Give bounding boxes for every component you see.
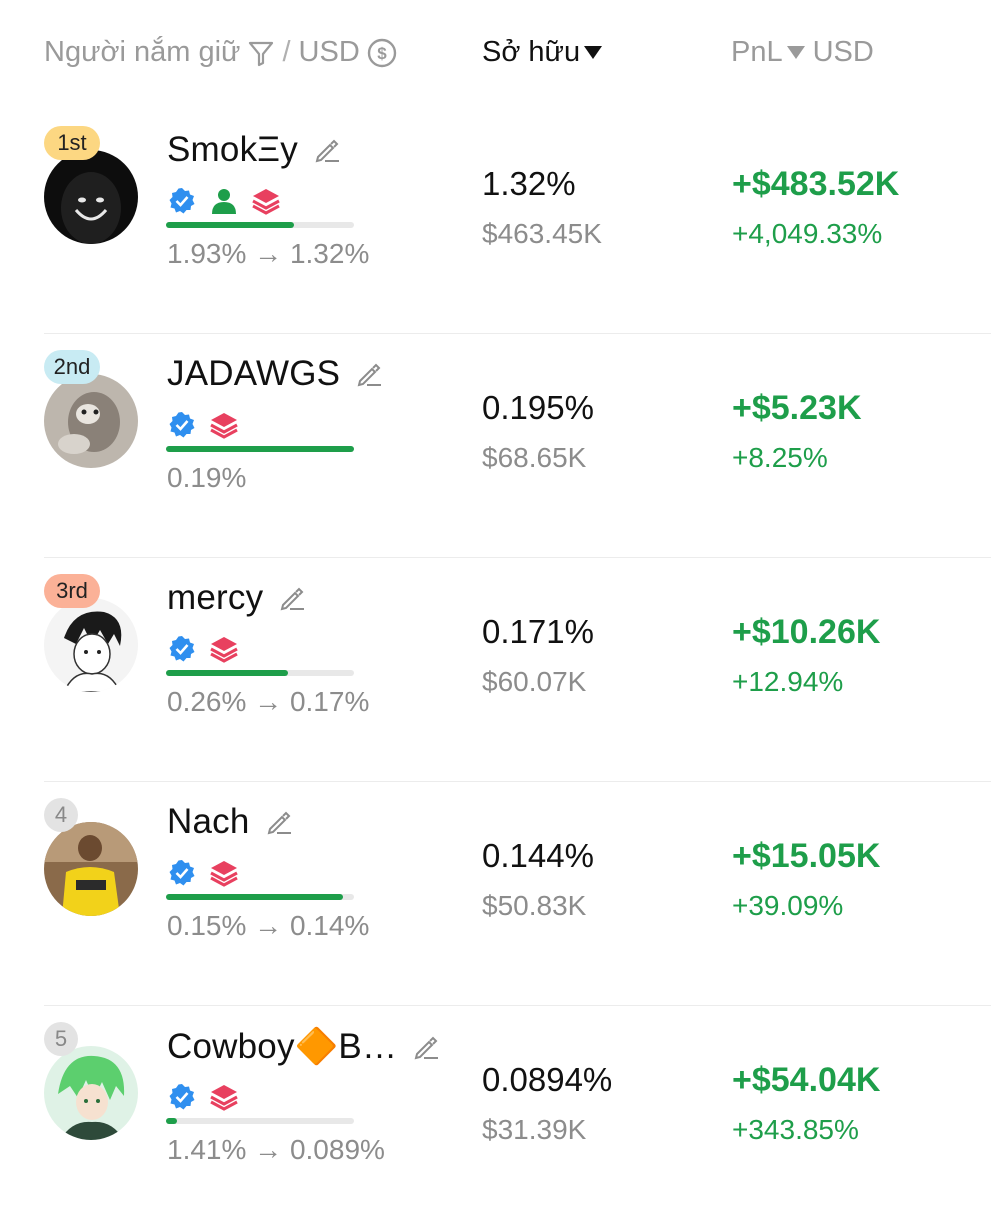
holder-name[interactable]: Nach [167,802,250,842]
avatar[interactable] [44,1046,138,1140]
table-header: Người nắm giữ / USD $ Sở hữu PnL USD [0,0,991,110]
avatar[interactable] [44,374,138,468]
filter-icon[interactable] [246,38,276,68]
edit-icon[interactable] [264,807,294,837]
ownership-percent: 0.195% [482,389,594,426]
ownership-percent: 0.0894% [482,1061,613,1098]
edit-icon[interactable] [277,583,307,613]
currency-label[interactable]: USD [299,36,360,69]
holder-name[interactable]: SmokΞy [167,130,298,170]
ownership-value: $60.07K [482,666,587,697]
ownership-label: Sở hữu [482,36,581,68]
ownership-progress [166,894,354,900]
pnl-currency-label: USD [812,36,874,68]
pnl-percent: +8.25% [732,442,828,473]
holders-column-header: Người nắm giữ / USD $ [44,36,398,69]
holder-row[interactable]: 5 Cowboy🔶B… 1.41% → 0.089% 0.0894% $31.3… [0,1006,991,1230]
holder-row[interactable]: 3rd mercy 0.26% → 0.17% 0.171% $60.07K +… [0,558,991,782]
verified-icon [167,186,197,221]
holder-name[interactable]: mercy [167,578,263,618]
rank-badge: 2nd [44,350,100,384]
avatar[interactable] [44,598,138,692]
rank-badge: 1st [44,126,100,160]
ownership-change: 0.19% [167,462,247,493]
ownership-sort-header[interactable]: Sở hữu [482,36,603,69]
avatar[interactable] [44,822,138,916]
ownership-percent: 1.32% [482,165,576,202]
pnl-value: +$10.26K [732,613,881,651]
ownership-value: $50.83K [482,890,587,921]
person-icon [209,186,239,221]
svg-text:$: $ [377,44,387,63]
stack-icon [209,858,239,893]
pnl-label: PnL [731,36,783,68]
verified-icon [167,1082,197,1117]
holder-row[interactable]: 4 Nach 0.15% → 0.14% 0.144% $50.83K +$15… [0,782,991,1006]
ownership-percent: 0.144% [482,837,594,874]
rank-badge: 4 [44,798,78,832]
currency-toggle-icon[interactable]: $ [366,37,398,69]
ownership-value: $463.45K [482,218,602,249]
stack-icon [209,634,239,669]
ownership-change: 0.26% → 0.17% [167,686,370,717]
holders-label: Người nắm giữ [44,36,241,68]
ownership-progress [166,1118,354,1124]
ownership-progress [166,222,354,228]
pnl-sort-header[interactable]: PnL USD [731,36,874,69]
ownership-progress [166,446,354,452]
verified-icon [167,634,197,669]
pnl-value: +$15.05K [732,837,881,875]
pnl-percent: +12.94% [732,666,844,697]
ownership-change: 1.41% → 0.089% [167,1134,385,1165]
pnl-value: +$54.04K [732,1061,881,1099]
ownership-change: 0.15% → 0.14% [167,910,370,941]
ownership-percent: 0.171% [482,613,594,650]
ownership-value: $68.65K [482,442,587,473]
rank-badge: 3rd [44,574,100,608]
pnl-percent: +343.85% [732,1114,859,1145]
pnl-value: +$5.23K [732,389,862,427]
ownership-value: $31.39K [482,1114,587,1145]
edit-icon[interactable] [312,135,342,165]
edit-icon[interactable] [354,359,384,389]
holder-name[interactable]: Cowboy🔶B… [167,1026,397,1067]
stack-icon [209,1082,239,1117]
verified-icon [167,410,197,445]
holder-row[interactable]: 2nd JADAWGS 0.19% 0.195% $68.65K +$5.23K… [0,334,991,558]
pnl-value: +$483.52K [732,165,900,203]
holder-row[interactable]: 1st SmokΞy 1.93% → 1.32% 1.32% $463.45K … [0,110,991,334]
rank-badge: 5 [44,1022,78,1056]
pnl-percent: +4,049.33% [732,218,883,249]
avatar[interactable] [44,150,138,244]
ownership-progress [166,670,354,676]
holder-name[interactable]: JADAWGS [167,354,340,394]
stack-icon [209,410,239,445]
stack-icon [251,186,281,221]
edit-icon[interactable] [411,1032,441,1062]
verified-icon [167,858,197,893]
header-separator: / [282,36,291,68]
sort-down-icon [584,46,603,59]
pnl-percent: +39.09% [732,890,844,921]
sort-down-icon [786,46,805,59]
ownership-change: 1.93% → 1.32% [167,238,370,269]
